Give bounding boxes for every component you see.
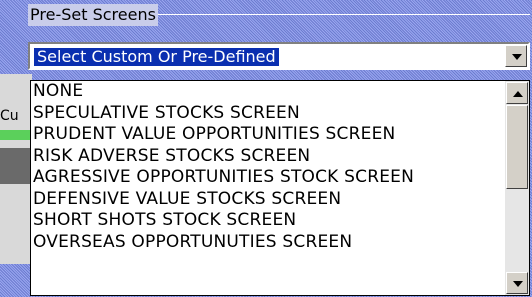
scroll-up-icon — [513, 91, 523, 97]
combobox-selected-text: Select Custom Or Pre-Defined — [34, 48, 279, 66]
list-item[interactable]: AGRESSIVE OPPORTUNITIES STOCK SCREEN — [31, 167, 505, 189]
list-item[interactable]: SPECULATIVE STOCKS SCREEN — [31, 103, 505, 125]
list-item[interactable]: OVERSEAS OPPORTUNUTIES SCREEN — [31, 232, 505, 254]
dropdown-items: NONE SPECULATIVE STOCKS SCREEN PRUDENT V… — [31, 81, 505, 295]
background-label-fragment: Cu — [0, 108, 19, 124]
scroll-down-icon — [513, 281, 523, 287]
groupbox-label: Pre-Set Screens — [28, 4, 158, 26]
list-item[interactable]: SHORT SHOTS STOCK SCREEN — [31, 210, 505, 232]
background-dark-panel — [0, 148, 32, 184]
chevron-down-icon — [512, 54, 522, 60]
scroll-up-button[interactable] — [506, 82, 528, 104]
dropdown-list[interactable]: NONE SPECULATIVE STOCKS SCREEN PRUDENT V… — [30, 80, 530, 296]
combobox-dropdown-button[interactable] — [505, 45, 527, 67]
vertical-scrollbar[interactable] — [505, 81, 529, 295]
list-item[interactable]: RISK ADVERSE STOCKS SCREEN — [31, 146, 505, 168]
list-item[interactable]: DEFENSIVE VALUE STOCKS SCREEN — [31, 189, 505, 211]
list-item[interactable]: NONE — [31, 81, 505, 103]
list-item[interactable]: PRUDENT VALUE OPPORTUNITIES SCREEN — [31, 124, 505, 146]
background-green-bar — [0, 130, 32, 140]
scrollbar-thumb[interactable] — [506, 105, 528, 189]
scroll-down-button[interactable] — [506, 272, 528, 294]
preset-screens-combobox[interactable]: Select Custom Or Pre-Defined — [28, 42, 530, 70]
